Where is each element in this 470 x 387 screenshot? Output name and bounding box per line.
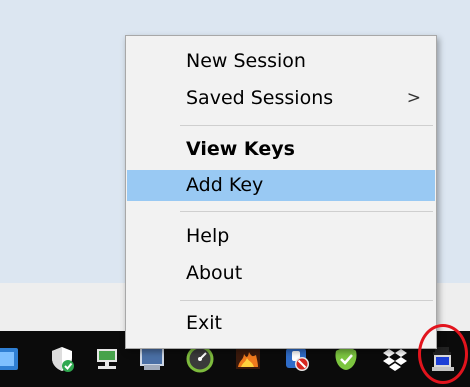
menu-item-label: Help [186, 225, 230, 247]
menu-item-label: New Session [186, 50, 306, 72]
menu-separator [180, 125, 433, 126]
menu-item-exit[interactable]: Exit [127, 308, 435, 339]
tray-context-menu: New Session Saved Sessions > View Keys A… [125, 35, 437, 349]
menu-item-label: Exit [186, 312, 222, 334]
menu-item-label: Add Key [186, 174, 264, 196]
menu-item-label: About [186, 262, 243, 284]
menu-separator [180, 211, 433, 212]
menu-item-add-key[interactable]: Add Key [127, 170, 435, 201]
menu-separator [180, 300, 433, 301]
menu-item-label: View Keys [186, 138, 295, 160]
menu-item-help[interactable]: Help [127, 221, 435, 252]
menu-item-new-session[interactable]: New Session [127, 46, 435, 77]
windows-security-icon[interactable] [47, 344, 77, 374]
menu-item-view-keys[interactable]: View Keys [127, 134, 435, 165]
annotation-circle [418, 324, 468, 384]
menu-item-label: Saved Sessions [186, 87, 334, 109]
network-icon[interactable] [92, 344, 122, 374]
chevron-right-icon: > [406, 88, 421, 108]
menu-item-about[interactable]: About [127, 258, 435, 289]
blue-app-icon[interactable] [0, 344, 22, 374]
menu-item-saved-sessions[interactable]: Saved Sessions > [127, 83, 435, 114]
